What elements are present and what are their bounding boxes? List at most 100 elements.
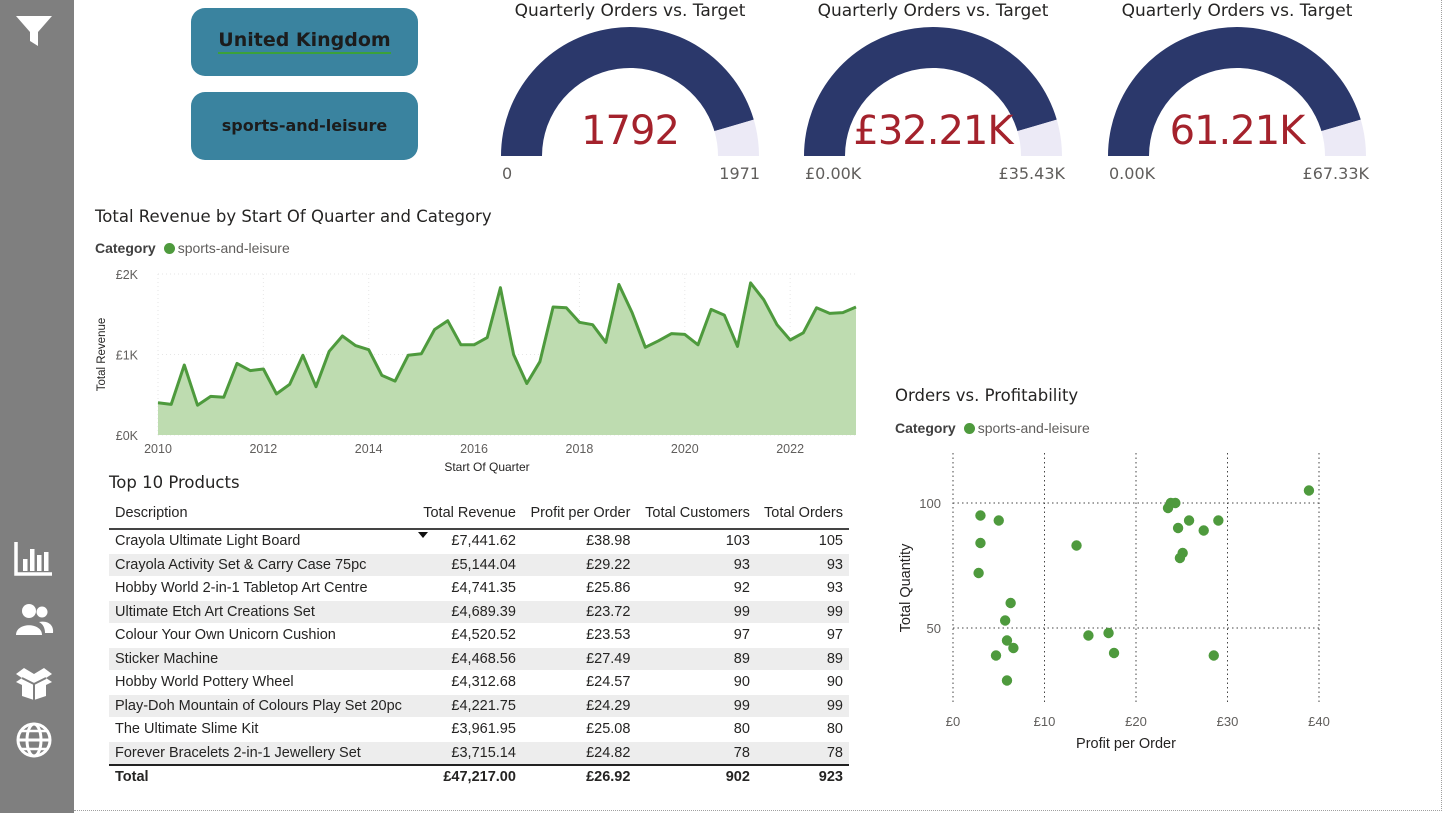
box-icon[interactable]: [12, 662, 56, 702]
cell-description: Hobby World 2-in-1 Tabletop Art Centre: [109, 576, 415, 601]
cell-total-revenue: £3,961.95: [414, 717, 522, 742]
bar-chart-icon[interactable]: [12, 538, 56, 578]
scatter-point[interactable]: [1103, 627, 1114, 639]
gauge-orders[interactable]: Quarterly Orders vs. Target 1792 0 1971: [490, 0, 770, 190]
scatter-point[interactable]: [1008, 642, 1019, 654]
cell-total-orders: 105: [755, 529, 849, 554]
table-row[interactable]: Hobby World Pottery Wheel £4,312.68 £24.57…: [109, 670, 849, 695]
x-tick-label: 2010: [144, 442, 172, 456]
cell-total-revenue: £4,520.52: [414, 623, 522, 648]
cell-total-orders: 93: [755, 553, 849, 577]
scatter-chart[interactable]: £0 £10 £20 £30 £40 50 100 Profit per Order Total…: [890, 445, 1340, 765]
table-row[interactable]: Crayola Ultimate Light Board £7,441.62 £38…: [109, 529, 849, 554]
cell-total-orders: 97: [755, 623, 849, 648]
x-axis-label: Profit per Order: [1076, 736, 1176, 752]
column-header-description[interactable]: Description: [109, 498, 415, 530]
scatter-point[interactable]: [973, 567, 984, 579]
category-slicer-button[interactable]: sports-and-leisure: [191, 92, 418, 160]
total-profit-per-order: £26.92: [521, 764, 637, 789]
country-slicer-label: United Kingdom: [218, 29, 391, 54]
cell-description: Crayola Ultimate Light Board: [109, 529, 415, 554]
area-chart-legend[interactable]: Category sports-and-leisure: [95, 240, 290, 256]
table-row[interactable]: Sticker Machine £4,468.56 £27.49 89 89: [109, 647, 849, 671]
legend-title: Category: [95, 240, 156, 256]
x-tick-label: £30: [1217, 714, 1239, 729]
cell-total-customers: 92: [636, 576, 756, 601]
table-row[interactable]: Colour Your Own Unicorn Cushion £4,520.52…: [109, 623, 849, 648]
cell-total-customers: 99: [636, 694, 756, 718]
cell-total-orders: 93: [755, 576, 849, 601]
total-revenue: £47,217.00: [414, 764, 522, 789]
scatter-point[interactable]: [1183, 515, 1195, 526]
column-header-total-orders[interactable]: Total Orders: [755, 498, 849, 530]
scatter-point[interactable]: [999, 615, 1011, 626]
table-row[interactable]: Play-Doh Mountain of Colours Play Set 20…: [109, 694, 849, 718]
scatter-point[interactable]: [1001, 675, 1013, 686]
scatter-point[interactable]: [1172, 522, 1184, 534]
cell-total-customers: 78: [636, 741, 756, 766]
cell-total-revenue: £3,715.14: [414, 741, 522, 766]
cell-profit-per-order: £24.29: [521, 694, 637, 718]
gauge-value: 1792: [581, 108, 680, 154]
gauge-arc: [501, 26, 759, 156]
scatter-point[interactable]: [1005, 597, 1016, 609]
gauge-min: £0.00K: [805, 164, 862, 183]
scatter-point[interactable]: [1198, 525, 1209, 536]
scatter-point[interactable]: [1174, 552, 1186, 564]
scatter-point[interactable]: [1108, 647, 1120, 659]
x-tick-label: 2018: [566, 442, 594, 456]
column-header-total-customers[interactable]: Total Customers: [636, 498, 756, 530]
table-total-row: Total £47,217.00 £26.92 902 923: [109, 764, 849, 789]
x-tick-label: 2012: [249, 442, 277, 456]
category-slicer-label: sports-and-leisure: [221, 115, 388, 135]
country-slicer-button[interactable]: United Kingdom: [191, 8, 418, 76]
gauge-min: 0.00K: [1109, 164, 1156, 183]
scatter-point[interactable]: [993, 515, 1004, 526]
y-tick-label: £2K: [116, 268, 139, 282]
sort-descending-icon: [417, 532, 428, 538]
cell-total-customers: 90: [636, 670, 756, 695]
cell-total-customers: 80: [636, 717, 756, 742]
y-tick-label: 100: [919, 496, 941, 511]
scatter-point[interactable]: [1083, 630, 1094, 641]
cell-profit-per-order: £25.86: [521, 576, 637, 601]
x-tick-label: 2014: [355, 442, 383, 456]
gauge-value: 61.21K: [1169, 108, 1306, 154]
scatter-point[interactable]: [1071, 540, 1082, 551]
table-row[interactable]: Crayola Activity Set & Carry Case 75pc £5…: [109, 553, 849, 577]
cell-total-orders: 78: [755, 741, 849, 766]
scatter-point[interactable]: [1170, 497, 1181, 509]
table-row[interactable]: Ultimate Etch Art Creations Set £4,689.39…: [109, 600, 849, 624]
area-fill: [158, 282, 856, 435]
people-icon[interactable]: [12, 600, 56, 640]
table-row[interactable]: Hobby World 2-in-1 Tabletop Art Centre £4…: [109, 576, 849, 601]
column-header-profit-per-order[interactable]: Profit per Order: [521, 498, 637, 530]
filter-icon[interactable]: [12, 10, 56, 50]
gauge-profit[interactable]: Quarterly Orders vs. Target 61.21K 0.00K…: [1097, 0, 1377, 190]
table-row[interactable]: Forever Bracelets 2-in-1 Jewellery Set £3…: [109, 741, 849, 766]
table-row[interactable]: The Ultimate Slime Kit £3,961.95 £25.08 80 8…: [109, 717, 849, 742]
gauge-revenue[interactable]: Quarterly Orders vs. Target £32.21K £0.0…: [793, 0, 1073, 190]
gauge-max: £67.33K: [1302, 164, 1369, 183]
cell-profit-per-order: £23.53: [521, 623, 637, 648]
area-chart[interactable]: £0K £1K £2K 2010 2012 2014 2016 2018 2020 2022 Sta…: [88, 262, 878, 477]
sidebar: [0, 0, 74, 813]
cell-description: Ultimate Etch Art Creations Set: [109, 600, 415, 624]
scatter-point[interactable]: [975, 537, 986, 549]
scatter-point[interactable]: [1303, 485, 1315, 496]
table-title: Top 10 Products: [109, 473, 240, 492]
top-products-table[interactable]: Description Total Revenue Profit per Ord…: [109, 498, 849, 789]
scatter-point[interactable]: [1208, 650, 1219, 661]
globe-icon[interactable]: [12, 720, 56, 760]
cell-description: The Ultimate Slime Kit: [109, 717, 415, 742]
scatter-point[interactable]: [990, 650, 1002, 661]
scatter-chart-legend[interactable]: Category sports-and-leisure: [895, 420, 1090, 436]
total-label: Total: [109, 764, 415, 789]
scatter-point[interactable]: [1213, 515, 1224, 526]
column-header-total-revenue[interactable]: Total Revenue: [414, 498, 522, 538]
scatter-point[interactable]: [975, 510, 986, 521]
legend-title: Category: [895, 420, 956, 436]
gauge-max: 1971: [719, 164, 760, 183]
cell-total-customers: 103: [636, 529, 756, 554]
cell-total-orders: 90: [755, 670, 849, 695]
